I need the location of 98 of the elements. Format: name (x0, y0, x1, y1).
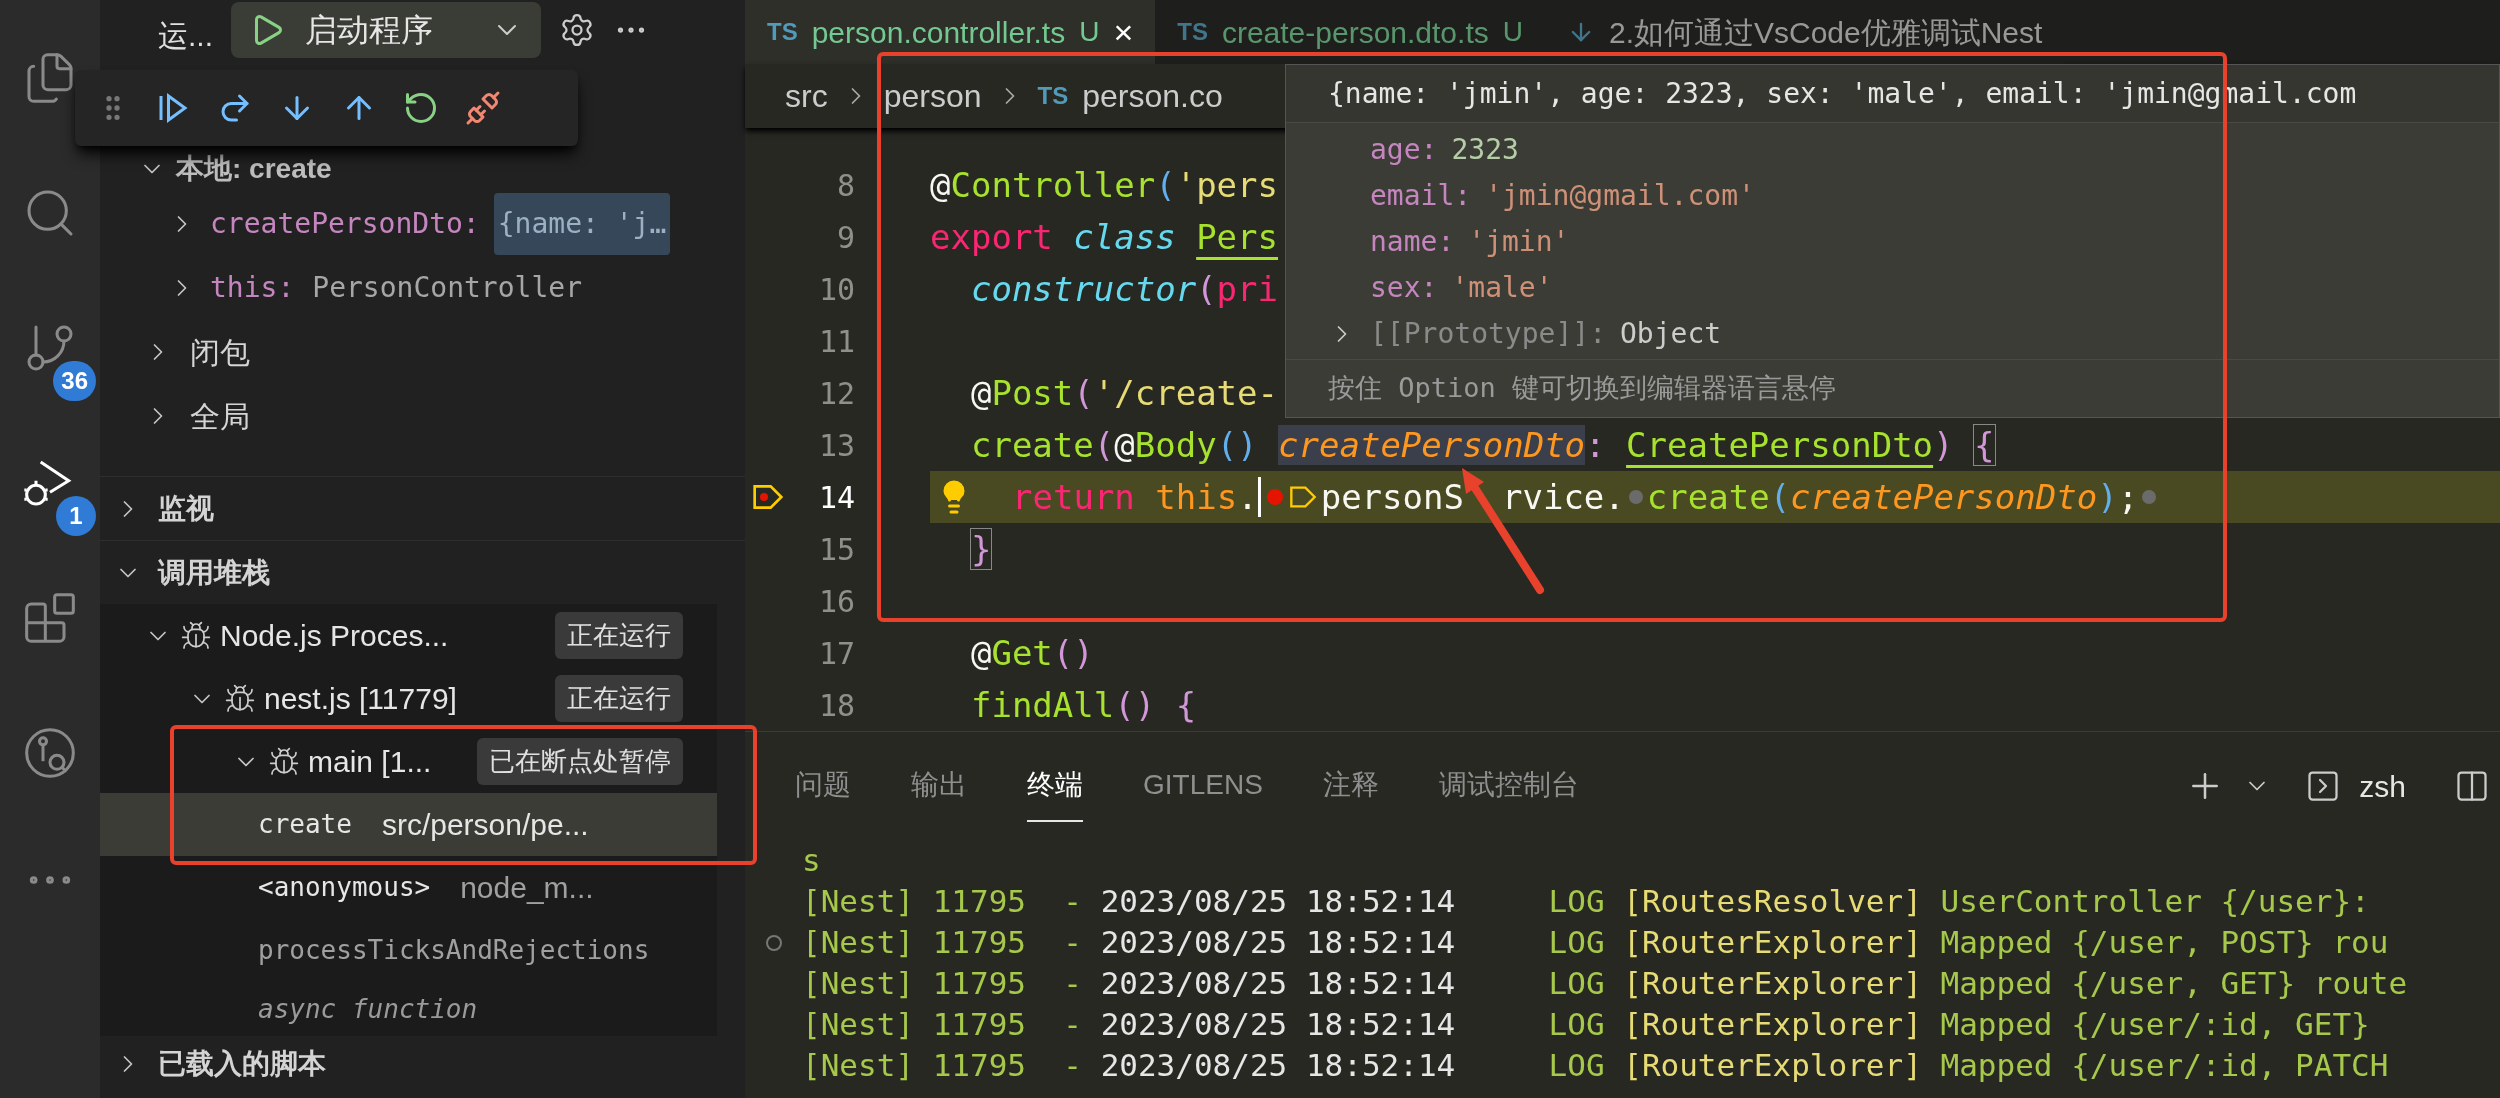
property-name: name: (1370, 224, 1455, 260)
property-name: age: (1370, 132, 1438, 168)
code-line: constructor(pri (969, 267, 1278, 311)
restart-icon[interactable] (403, 90, 439, 126)
line-number: 13 (817, 426, 855, 465)
variable-name: createPersonDto: (210, 206, 480, 242)
line-number: 16 (817, 582, 855, 621)
property-value: 'male' (1451, 270, 1553, 306)
code-line: @Post('/create- (969, 371, 1279, 415)
status-badge: 已在断点处暂停 (477, 738, 683, 785)
line-number: 12 (817, 374, 855, 413)
shell-name[interactable]: zsh (2359, 763, 2406, 809)
code-line: rvice. (1501, 475, 1625, 519)
scope-header[interactable]: 本地: create (176, 148, 332, 190)
breadcrumb-item[interactable]: person (883, 72, 982, 120)
frame-function: create (258, 808, 352, 841)
launch-config-dropdown[interactable]: 启动程序 (231, 2, 541, 58)
typescript-file-icon: TS (1037, 78, 1069, 114)
code-line: create(createPersonDto); (1646, 475, 2139, 519)
terminal-line: [Nest] 11795 - 2023/08/25 18:52:14 LOG [RouterExplorer] Mapped {/user/:id, GET} (802, 1005, 2370, 1045)
code-line: create(@Body() createPersonDto: CreatePersonDto) { (969, 423, 1995, 467)
line-number: 17 (817, 634, 855, 673)
property-value: Object (1620, 316, 1722, 352)
property-value: 2323 (1451, 132, 1519, 168)
breadcrumb-item[interactable]: person.co (1082, 72, 1223, 120)
panel-tab[interactable]: 输出 (911, 750, 967, 822)
text-cursor (1257, 477, 1261, 517)
bug-icon (224, 682, 256, 715)
terminal-line: [Nest] 11795 - 2023/08/25 18:52:14 LOG [RouterExplorer] Mapped {/user/:id, PATCH (802, 1046, 2389, 1086)
variable-value[interactable]: {name: 'j… (493, 193, 671, 255)
section-header[interactable]: 已载入的脚本 (158, 1043, 326, 1085)
bug-icon (180, 619, 212, 652)
terminal-line: [Nest] 11795 - 2023/08/25 18:52:14 LOG [RouterExplorer] Mapped {/user, POST} rou (802, 923, 2389, 963)
property-name: email: (1370, 178, 1472, 214)
call-stack-session[interactable]: nest.js [11779] (264, 676, 555, 721)
code-line: } (969, 527, 992, 571)
split-icon[interactable] (2454, 768, 2490, 804)
variable-name: this: (210, 270, 295, 306)
code-line: @Controller('pers (930, 163, 1279, 207)
stack-frame-row[interactable]: create src/person/pe... (100, 793, 717, 856)
bug-icon (268, 745, 300, 778)
section-header[interactable]: 调用堆栈 (158, 551, 270, 594)
line-number: 10 (817, 270, 855, 309)
frame-function: processTicksAndRejections (258, 934, 650, 967)
line-number: 9 (835, 218, 855, 257)
panel-tab[interactable]: 终端 (1027, 750, 1083, 822)
stack-frame-row[interactable]: async function (100, 982, 717, 1036)
section-header[interactable]: 监视 (158, 487, 214, 530)
code-line: @Get() (969, 631, 1094, 675)
property-name: [[Prototype]]: (1370, 316, 1606, 352)
terminal-line: [Nest] 11795 - 2023/08/25 18:52:14 LOG [RoutesResolver] UserController {/user}: (802, 882, 2370, 922)
breakpoint-tag-icon[interactable] (1288, 485, 1317, 509)
stack-frame-row[interactable]: <anonymous> node_m... (100, 856, 717, 919)
count-badge: 1 (56, 496, 96, 536)
git-status: U (1079, 15, 1100, 49)
property-value: 'jmin' (1468, 224, 1570, 260)
breadcrumb-item[interactable]: src (785, 72, 828, 120)
sidebar-title: 运... (158, 17, 213, 54)
settings-icon[interactable] (559, 12, 595, 48)
close-icon[interactable]: × (1113, 6, 1134, 58)
breakpoint-stopped-icon[interactable] (751, 483, 784, 511)
scope-label[interactable]: 全局 (190, 393, 250, 439)
panel-tab[interactable]: 注释 (1322, 750, 1379, 822)
property-name: sex: (1370, 270, 1438, 306)
editor-tab[interactable]: TS person.controller.ts U × (745, 0, 1156, 64)
typescript-file-icon: TS (1177, 14, 1208, 50)
panel-tab[interactable]: 问题 (795, 750, 851, 822)
line-number: 11 (817, 322, 855, 361)
line-number: 8 (835, 166, 855, 205)
frame-source: src/person/pe... (381, 807, 589, 843)
code-line: export class Pers (930, 215, 1278, 259)
status-badge: 正在运行 (555, 675, 683, 722)
terminal-line: s (802, 841, 821, 881)
panel-tab[interactable]: 调试控制台 (1438, 750, 1579, 822)
stack-frame-row[interactable]: processTicksAndRejections (100, 919, 717, 982)
frame-function: async function (258, 992, 478, 1026)
status-badge: 正在运行 (555, 612, 683, 659)
frame-source: node_m... (460, 870, 594, 906)
line-number: 18 (817, 686, 855, 725)
property-value: 'jmin@gmail.com' (1485, 178, 1755, 214)
code-line: personS (1320, 475, 1464, 519)
line-number: 14 (817, 478, 855, 517)
code-line: findAll() { (969, 683, 1197, 727)
code-line: return this. (1012, 475, 1258, 519)
typescript-file-icon: TS (767, 14, 798, 50)
disconnect-icon[interactable] (465, 90, 501, 126)
line-number: 15 (817, 530, 855, 569)
terminal-line: [Nest] 11795 - 2023/08/25 18:52:14 LOG [RouterExplorer] Mapped {/user, GET} route (802, 964, 2408, 1004)
scope-label[interactable]: 闭包 (190, 329, 250, 375)
git-status: U (1502, 15, 1523, 49)
call-stack-session[interactable]: Node.js Proces... (220, 613, 555, 658)
variable-value[interactable]: PersonController (308, 267, 586, 309)
circle-marker-icon (766, 934, 782, 951)
count-badge: 36 (53, 361, 96, 401)
panel-tab[interactable]: GITLENS (1143, 750, 1263, 822)
hover-hint: 按住 Option 键可切换到编辑器语言悬停 (1328, 371, 1837, 406)
frame-function: <anonymous> (258, 871, 431, 904)
call-stack-session[interactable]: main [1... (308, 739, 477, 784)
